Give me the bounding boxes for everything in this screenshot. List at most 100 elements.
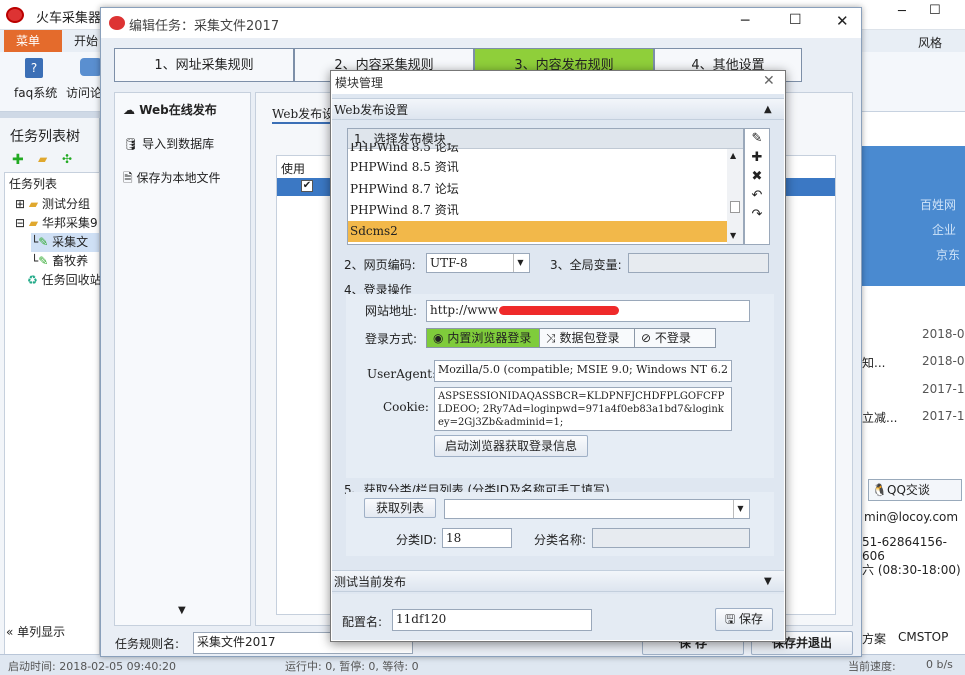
fetch-list-label: 获取列表 xyxy=(375,501,424,515)
folder-icon[interactable]: ▰ xyxy=(38,152,47,166)
config-name-input[interactable]: 11df120 xyxy=(392,609,592,631)
scroll-down-icon[interactable]: ▼ xyxy=(178,605,186,616)
forum-button[interactable]: 访问论 xyxy=(66,84,102,101)
global-var-input[interactable] xyxy=(628,253,769,273)
dialog-close-button[interactable]: ✕ xyxy=(763,73,775,89)
tree-item-label: 畜牧养 xyxy=(52,254,89,268)
bottom-link[interactable]: CMSTOP xyxy=(898,630,948,644)
redo-icon[interactable]: ↷ xyxy=(745,205,769,224)
tree-item-label: 测试分组 xyxy=(41,197,90,211)
ban-icon: ⊘ xyxy=(641,331,652,345)
publish-method-list: ☁ Web在线发布 🛢 导入到数据库 🗎 保存为本地文件 ▼ xyxy=(114,92,251,626)
undo-icon[interactable]: ↶ xyxy=(745,186,769,205)
site-url-input[interactable]: http://www xyxy=(426,300,750,322)
module-item-selected[interactable]: Sdcms2 xyxy=(348,221,728,242)
expand-icon[interactable]: ✣ xyxy=(62,152,72,166)
bottom-link[interactable]: 方案 xyxy=(862,630,886,647)
edit-window-titlebar: 编辑任务：采集文件2017 ─ ☐ ✕ xyxy=(101,8,861,38)
add-icon[interactable]: ✚ xyxy=(12,152,24,168)
edit-logo-icon xyxy=(109,16,125,30)
ribbon-tab-menu[interactable]: 菜单 xyxy=(4,30,62,52)
database-icon: 🛢 xyxy=(123,137,139,151)
tree-item-huabang[interactable]: ⊟ ▰ 华邦采集9 xyxy=(15,214,98,233)
chevron-down-icon: ▼ xyxy=(513,254,527,272)
module-item[interactable]: PHPWind 8.5 资讯 xyxy=(348,157,728,178)
edit-icon[interactable]: ✎ xyxy=(745,129,769,148)
tree-item-livestock[interactable]: └✎ 畜牧养 xyxy=(31,252,88,271)
tree-item-label: 采集文 xyxy=(52,235,89,249)
faq-button[interactable]: faq系统 xyxy=(14,84,57,101)
category-select[interactable]: ▼ xyxy=(444,499,750,519)
login-mode-label: 登录方式: xyxy=(365,332,418,346)
scroll-thumb xyxy=(730,201,740,213)
news-snippet[interactable]: 立减... xyxy=(862,409,897,426)
use-column-header: 使用 xyxy=(281,162,306,176)
module-list-scrollbar[interactable]: ▲ ▼ xyxy=(727,149,743,244)
shuffle-icon: ⤨ xyxy=(546,331,556,345)
module-item[interactable]: PHPWind 8.7 论坛 xyxy=(348,179,728,200)
banner-text: 百姓网 xyxy=(920,198,957,212)
edit-maximize-button[interactable]: ☐ xyxy=(789,12,802,28)
task-tree-title: 任务列表树 xyxy=(10,129,80,145)
side-item-label: Web在线发布 xyxy=(139,103,217,117)
encoding-value: UTF-8 xyxy=(430,256,468,270)
test-publish-bar[interactable]: 测试当前发布 ▼ xyxy=(332,570,784,592)
use-checkbox[interactable]: ✔ xyxy=(301,180,313,192)
tree-item-test-group[interactable]: ⊞ ▰ 测试分组 xyxy=(15,195,90,214)
app-maximize-button[interactable]: ☐ xyxy=(929,3,941,18)
module-list: 1、选择发布模块 PHPWind 8.5 论坛 PHPWind 8.5 资讯 P… xyxy=(347,128,744,245)
file-icon: 🗎 xyxy=(123,171,133,185)
ribbon-style-menu[interactable]: 风格 xyxy=(918,34,942,51)
login-mode-none[interactable]: ⊘ 不登录 xyxy=(634,328,716,348)
web-settings-bar[interactable]: Web发布设置 ▲ xyxy=(332,98,784,120)
launch-browser-button[interactable]: 启动浏览器获取登录信息 xyxy=(434,435,588,457)
import-db-item[interactable]: 🛢 导入到数据库 xyxy=(123,133,214,155)
qq-chat-button[interactable]: 🐧 QQ交谈 xyxy=(868,479,962,501)
app-logo-icon xyxy=(6,7,24,23)
module-item[interactable]: PHPWind 8.7 资讯 xyxy=(348,200,728,221)
edit-minimize-button[interactable]: ─ xyxy=(741,13,749,29)
single-list-toggle[interactable]: « 单列显示 xyxy=(6,623,65,640)
redaction-mark xyxy=(499,306,619,315)
app-title: 火车采集器 xyxy=(36,11,102,26)
dialog-save-button[interactable]: 🖫 保存 xyxy=(715,608,773,631)
login-mode-builtin-browser[interactable]: ◉ 内置浏览器登录 xyxy=(426,328,540,348)
save-local-item[interactable]: 🗎 保存为本地文件 xyxy=(123,167,221,189)
forum-icon xyxy=(80,58,102,76)
scroll-up-icon: ▲ xyxy=(730,151,737,160)
status-speed-label: 当前速度: xyxy=(848,660,896,673)
qq-label: QQ交谈 xyxy=(887,483,930,497)
dialog-save-label: 保存 xyxy=(739,612,764,626)
launch-browser-label: 启动浏览器获取登录信息 xyxy=(444,439,577,453)
edit-close-button[interactable]: ✕ xyxy=(836,12,849,30)
module-item[interactable]: PHPWind 8.5 论坛 xyxy=(348,143,728,155)
faq-icon: ? xyxy=(25,58,43,78)
news-date: 2017-1 xyxy=(922,409,965,423)
category-id-input[interactable]: 18 xyxy=(442,528,512,548)
tree-item-recycle[interactable]: ♻ 任务回收站 xyxy=(27,271,102,290)
news-date: 2018-0 xyxy=(922,354,965,368)
globe-icon: ◉ xyxy=(433,331,444,345)
status-start-time: 启动时间: 2018-02-05 09:40:20 xyxy=(8,660,177,673)
news-snippet[interactable]: 知... xyxy=(862,354,885,371)
login-mode-group: ◉ 内置浏览器登录 ⤨ 数据包登录 ⊘ 不登录 xyxy=(426,328,746,348)
banner-image: 百姓网 企业 京东 xyxy=(862,146,965,286)
web-publish-item[interactable]: ☁ Web在线发布 xyxy=(123,99,217,121)
delete-icon[interactable]: ✖ xyxy=(745,167,769,186)
encoding-select[interactable]: UTF-8 ▼ xyxy=(426,253,530,273)
step-url-rules[interactable]: 1、网址采集规则 xyxy=(114,48,294,82)
dialog-footer: 配置名: 11df120 🖫 保存 xyxy=(332,594,784,640)
category-name-input[interactable] xyxy=(592,528,750,548)
tree-item-collect-file[interactable]: └✎ 采集文 xyxy=(31,233,99,252)
useragent-input[interactable]: Mozilla/5.0 (compatible; MSIE 9.0; Windo… xyxy=(434,360,732,382)
cookie-input[interactable]: ASPSESSIONIDAQASSBCR=KLDPNFJCHDFPLGOFCFP… xyxy=(434,387,732,431)
category-name-label: 分类名称: xyxy=(534,533,587,547)
chevron-down-icon: ▼ xyxy=(733,500,747,518)
tree-item-label: 华邦采集9 xyxy=(41,216,98,230)
useragent-label: UserAgent: xyxy=(367,367,437,381)
info-panel: 百姓网 企业 京东 2018-0 知... 2018-0 2017-1 立减..… xyxy=(862,112,965,658)
login-mode-packet[interactable]: ⤨ 数据包登录 xyxy=(539,328,635,348)
fetch-list-button[interactable]: 获取列表 xyxy=(364,498,436,518)
app-minimize-button[interactable]: ─ xyxy=(898,4,906,19)
add-icon[interactable]: ✚ xyxy=(745,148,769,167)
